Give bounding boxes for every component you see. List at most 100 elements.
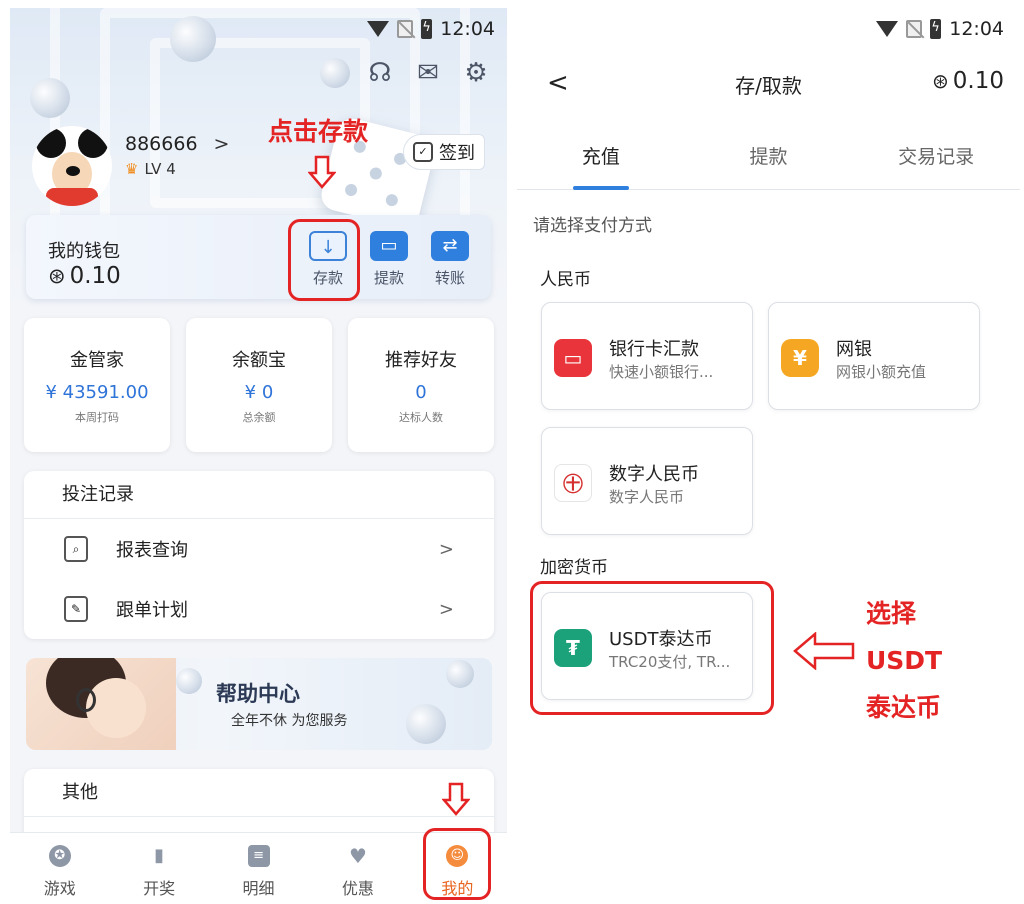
annotation-select-usdt: 选择 USDT 泰达币 (866, 590, 942, 731)
stat-value: 0 (415, 382, 427, 403)
battery-icon (930, 19, 942, 39)
tab-games[interactable]: ✪ 游戏 (10, 833, 109, 904)
stat-card-butler[interactable]: 金管家 ¥ 43591.00 本周打码 (24, 318, 170, 452)
help-center-banner[interactable]: 帮助中心 全年不休 为您服务 (26, 658, 492, 750)
game-icon: ✪ (48, 845, 71, 867)
wallet-balance-value: 0.10 (69, 263, 121, 289)
follow-plan-icon: ✎ (64, 596, 88, 622)
no-sim-icon (397, 20, 414, 38)
annotation-line: 泰达币 (866, 693, 942, 722)
payment-method-title: 网银 (836, 339, 872, 360)
chevron-right-icon: > (213, 133, 230, 155)
status-bar: 12:04 (876, 18, 1004, 40)
section-crypto-title: 加密货币 (540, 558, 608, 578)
tab-promotions[interactable]: ♥ 优惠 (308, 833, 407, 904)
payment-method-title: 数字人民币 (609, 464, 699, 485)
chart-icon: ▮ (154, 845, 165, 866)
tab-draws[interactable]: ▮ 开奖 (109, 833, 208, 904)
crown-icon: ♛ (125, 160, 139, 178)
clock: 12:04 (949, 18, 1004, 40)
avatar[interactable] (32, 126, 112, 206)
currency-icon: ⊛ (48, 264, 66, 288)
tab-label: 明细 (242, 879, 275, 898)
report-search-icon: ⌕ (64, 536, 88, 562)
tab-details[interactable]: ≡ 明细 (209, 833, 308, 904)
list-item-label: 跟单计划 (116, 600, 188, 621)
payment-method-subtitle: 数字人民币 (609, 488, 685, 506)
stats-cards: 金管家 ¥ 43591.00 本周打码 余额宝 ¥ 0 总余额 推荐好友 0 达… (24, 318, 494, 452)
highlight-mine-tab (423, 828, 491, 900)
tab-transactions[interactable]: 交易记录 (852, 134, 1020, 189)
stat-subtitle: 达标人数 (399, 411, 443, 424)
no-sim-icon (906, 20, 923, 38)
username: 886666 (125, 133, 198, 155)
header: 存/取款 < ⊛ 0.10 (517, 68, 1020, 108)
user-level: ♛ LV 4 (125, 160, 176, 178)
payment-method-online-bank[interactable]: ¥ 网银 网银小额充值 (768, 302, 980, 410)
tab-label: 优惠 (341, 879, 374, 898)
header-actions: ☊ ✉ ⚙ (365, 58, 491, 88)
bet-records-title: 投注记录 (24, 471, 494, 519)
clock: 12:04 (440, 18, 495, 40)
bet-records-card: 投注记录 ⌕ 报表查询 > ✎ 跟单计划 > (24, 471, 494, 639)
heart-icon: ♥ (348, 844, 367, 868)
battery-icon (421, 19, 433, 39)
stat-value: ¥ 0 (244, 382, 274, 403)
payment-prompt: 请选择支付方式 (533, 216, 652, 236)
stat-value: ¥ 43591.00 (45, 382, 149, 403)
list-item-label: 报表查询 (116, 540, 188, 561)
wallet-title: 我的钱包 (48, 241, 120, 262)
chevron-right-icon: > (438, 598, 454, 620)
down-arrow-annotation (442, 782, 470, 816)
digital-rmb-icon: ㊉ (554, 464, 592, 502)
transfer-button[interactable]: ⇄ 转账 (424, 231, 476, 288)
annotation-click-deposit: 点击存款 (268, 117, 369, 146)
stat-title: 余额宝 (232, 350, 286, 371)
detail-icon: ≡ (247, 845, 270, 867)
wifi-icon (367, 21, 390, 37)
header-balance: ⊛ 0.10 (932, 68, 1004, 94)
stat-subtitle: 本周打码 (75, 411, 119, 424)
back-button[interactable]: < (547, 68, 569, 98)
stat-title: 金管家 (70, 350, 124, 371)
wallet-card: 我的钱包 ⊛ 0.10 ↓ 存款 ▭ 提款 ⇄ 转账 (26, 215, 491, 299)
stat-subtitle: 总余额 (242, 411, 276, 424)
mail-icon[interactable]: ✉ (413, 58, 443, 88)
checkin-button[interactable]: ✓ 签到 (403, 134, 485, 170)
currency-icon: ⊛ (932, 69, 949, 93)
tab-recharge[interactable]: 充值 (517, 134, 685, 190)
payment-method-subtitle: 快速小额银行... (609, 363, 714, 381)
payment-method-bank-card[interactable]: ▭ 银行卡汇款 快速小额银行... (541, 302, 753, 410)
card-icon: ▭ (370, 231, 408, 261)
tab-withdraw[interactable]: 提款 (685, 134, 853, 189)
highlight-deposit (288, 219, 360, 301)
annotation-line: 选择 (866, 599, 917, 628)
down-arrow-annotation (308, 155, 336, 189)
yen-coin-icon: ¥ (781, 339, 819, 377)
header-balance-value: 0.10 (952, 68, 1004, 94)
highlight-usdt (530, 581, 774, 715)
withdraw-label: 提款 (373, 269, 404, 287)
tab-label: 开奖 (143, 879, 176, 898)
checkin-label: 签到 (439, 143, 475, 164)
tab-label: 游戏 (43, 879, 76, 898)
support-agent-image (26, 658, 176, 750)
calendar-check-icon: ✓ (413, 142, 433, 162)
headset-icon[interactable]: ☊ (365, 58, 395, 88)
stat-card-referral[interactable]: 推荐好友 0 达标人数 (348, 318, 494, 452)
headset-icon (76, 688, 96, 712)
tab-bar: 充值 提款 交易记录 (517, 134, 1020, 190)
withdraw-button[interactable]: ▭ 提款 (363, 231, 415, 288)
chevron-right-icon: > (438, 538, 454, 560)
section-rmb-title: 人民币 (540, 270, 591, 290)
payment-method-digital-rmb[interactable]: ㊉ 数字人民币 数字人民币 (541, 427, 753, 535)
wifi-icon (876, 21, 899, 37)
level-label: LV 4 (144, 160, 176, 178)
list-item-report-query[interactable]: ⌕ 报表查询 > (24, 519, 494, 579)
stat-card-yuebao[interactable]: 余额宝 ¥ 0 总余额 (186, 318, 332, 452)
list-item-follow-plan[interactable]: ✎ 跟单计划 > (24, 579, 494, 639)
other-title: 其他 (24, 769, 494, 817)
username-link[interactable]: 886666 > (125, 133, 229, 155)
gear-icon[interactable]: ⚙ (461, 58, 491, 88)
status-bar: 12:04 (367, 18, 495, 40)
